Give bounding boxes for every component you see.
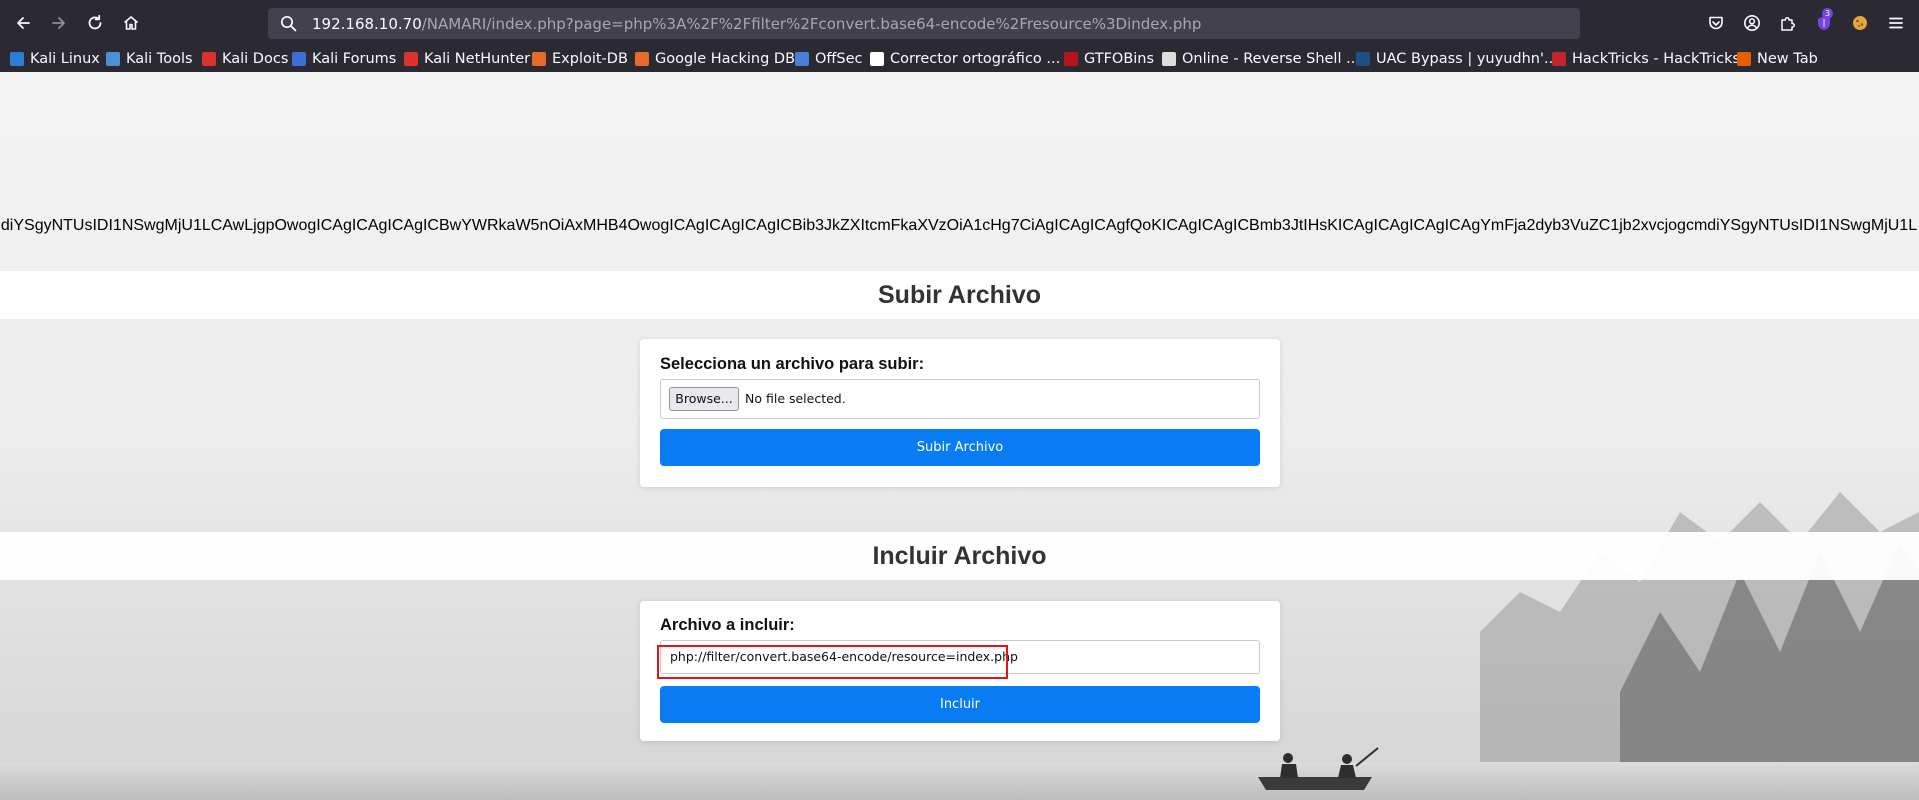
account-button[interactable] [1740,11,1764,35]
upload-label: Selecciona un archivo para subir: [660,355,925,373]
hamburger-menu-icon [1889,17,1903,29]
home-button[interactable] [117,9,145,37]
reload-button[interactable] [81,9,109,37]
bookmark-item[interactable]: Exploit-DB [532,49,628,69]
base64-output-text: ndiYSgyNTUsIDI1NSwgMjU1LCAwLjgpOwogICAgI… [0,216,1919,238]
bookmark-favicon-icon [1356,52,1370,66]
bookmark-item[interactable]: Kali Docs [202,49,288,69]
bookmark-favicon-icon [795,52,809,66]
bookmark-item[interactable]: Google Hacking DB [635,49,795,69]
url-path: /NAMARI/index.php?page=php%3A%2F%2Ffilte… [421,15,1202,33]
browse-button[interactable]: Browse... [669,387,739,411]
bookmark-favicon-icon [1162,52,1176,66]
home-icon [123,16,139,30]
pocket-icon [1709,16,1723,30]
bookmark-label: Kali Forums [312,51,397,67]
back-button[interactable] [9,9,37,37]
bookmark-item[interactable]: Kali NetHunter [404,49,530,69]
bookmark-label: Corrector ortográfico ... [890,51,1061,67]
bookmark-favicon-icon [292,52,306,66]
arrow-left-icon [17,17,30,29]
bookmark-favicon-icon [10,52,24,66]
bookmark-item[interactable]: Kali Forums [292,49,396,69]
include-submit-button[interactable]: Incluir [660,686,1260,723]
bookmark-label: OffSec [815,51,863,67]
url-host: 192.168.10.70 [312,15,422,33]
upload-form: Selecciona un archivo para subir: Browse… [640,339,1280,487]
extension-badge: 3 [1822,8,1833,19]
upload-submit-button[interactable]: Subir Archivo [660,429,1260,466]
arrow-right-icon [52,17,65,29]
annotation-highlight-box [657,645,1008,679]
bookmark-label: Kali Tools [126,51,193,67]
puzzle-piece-icon [1781,17,1795,31]
include-section-heading: Incluir Archivo [0,532,1919,580]
bookmark-label: GTFOBins [1084,51,1155,67]
bookmark-favicon-icon [1064,52,1078,66]
bookmark-favicon-icon [1552,52,1566,66]
bookmark-label: Online - Reverse Shell ... [1182,51,1360,67]
browser-toolbar: 192.168.10.70/NAMARI/index.php?page=php%… [0,0,1919,46]
cookie-icon [1853,16,1867,30]
menu-button[interactable] [1884,11,1908,35]
bookmark-favicon-icon [1737,52,1751,66]
bookmark-item[interactable]: GTFOBins [1064,49,1154,69]
no-file-label: No file selected. [745,391,846,406]
bookmark-favicon-icon [870,52,884,66]
bookmark-item[interactable]: OffSec [795,49,863,69]
bookmark-item[interactable]: Online - Reverse Shell ... [1162,49,1360,69]
base64-output: ndiYSgyNTUsIDI1NSwgMjU1LCAwLjgpOwogICAgI… [0,217,1918,234]
bookmarks-toolbar: Kali Linux Kali Tools Kali Docs Kali Forums… [0,46,1919,72]
reload-icon [88,14,102,30]
bookmark-label: Exploit-DB [552,51,628,67]
bookmark-item[interactable]: New Tab [1737,49,1818,69]
search-icon [280,15,297,32]
url-text[interactable]: 192.168.10.70/NAMARI/index.php?page=php%… [312,15,1201,33]
extensions-button[interactable] [1776,11,1800,35]
bookmark-label: Kali Linux [30,51,100,67]
bookmark-label: UAC Bypass | yuyudhn'... [1376,51,1558,67]
bookmark-item[interactable]: UAC Bypass | yuyudhn'... [1356,49,1558,69]
bookmark-label: Google Hacking DB [655,51,796,67]
pocket-button[interactable] [1704,11,1728,35]
bookmark-favicon-icon [532,52,546,66]
bookmark-item[interactable]: Kali Linux [10,49,100,69]
bookmark-label: HackTricks - HackTricks [1572,51,1741,67]
page-content: ndiYSgyNTUsIDI1NSwgMjU1LCAwLjgpOwogICAgI… [0,72,1919,800]
account-icon [1744,15,1760,31]
bookmark-label: Kali NetHunter [424,51,531,67]
include-label: Archivo a incluir: [660,616,795,634]
upload-section-heading: Subir Archivo [0,271,1919,319]
bookmark-item[interactable]: HackTricks - HackTricks [1552,49,1740,69]
bookmark-label: New Tab [1757,51,1818,67]
address-bar[interactable]: 192.168.10.70/NAMARI/index.php?page=php%… [268,8,1580,39]
bookmark-favicon-icon [106,52,120,66]
file-input[interactable]: Browse... No file selected. [660,379,1260,419]
bookmark-item[interactable]: Kali Tools [106,49,193,69]
forward-button[interactable] [45,9,73,37]
bookmark-item[interactable]: Corrector ortográfico ... [870,49,1060,69]
bookmark-favicon-icon [404,52,418,66]
bookmark-favicon-icon [635,52,649,66]
bookmark-label: Kali Docs [222,51,289,67]
bookmark-favicon-icon [202,52,216,66]
user-extension-button[interactable] [1848,11,1872,35]
